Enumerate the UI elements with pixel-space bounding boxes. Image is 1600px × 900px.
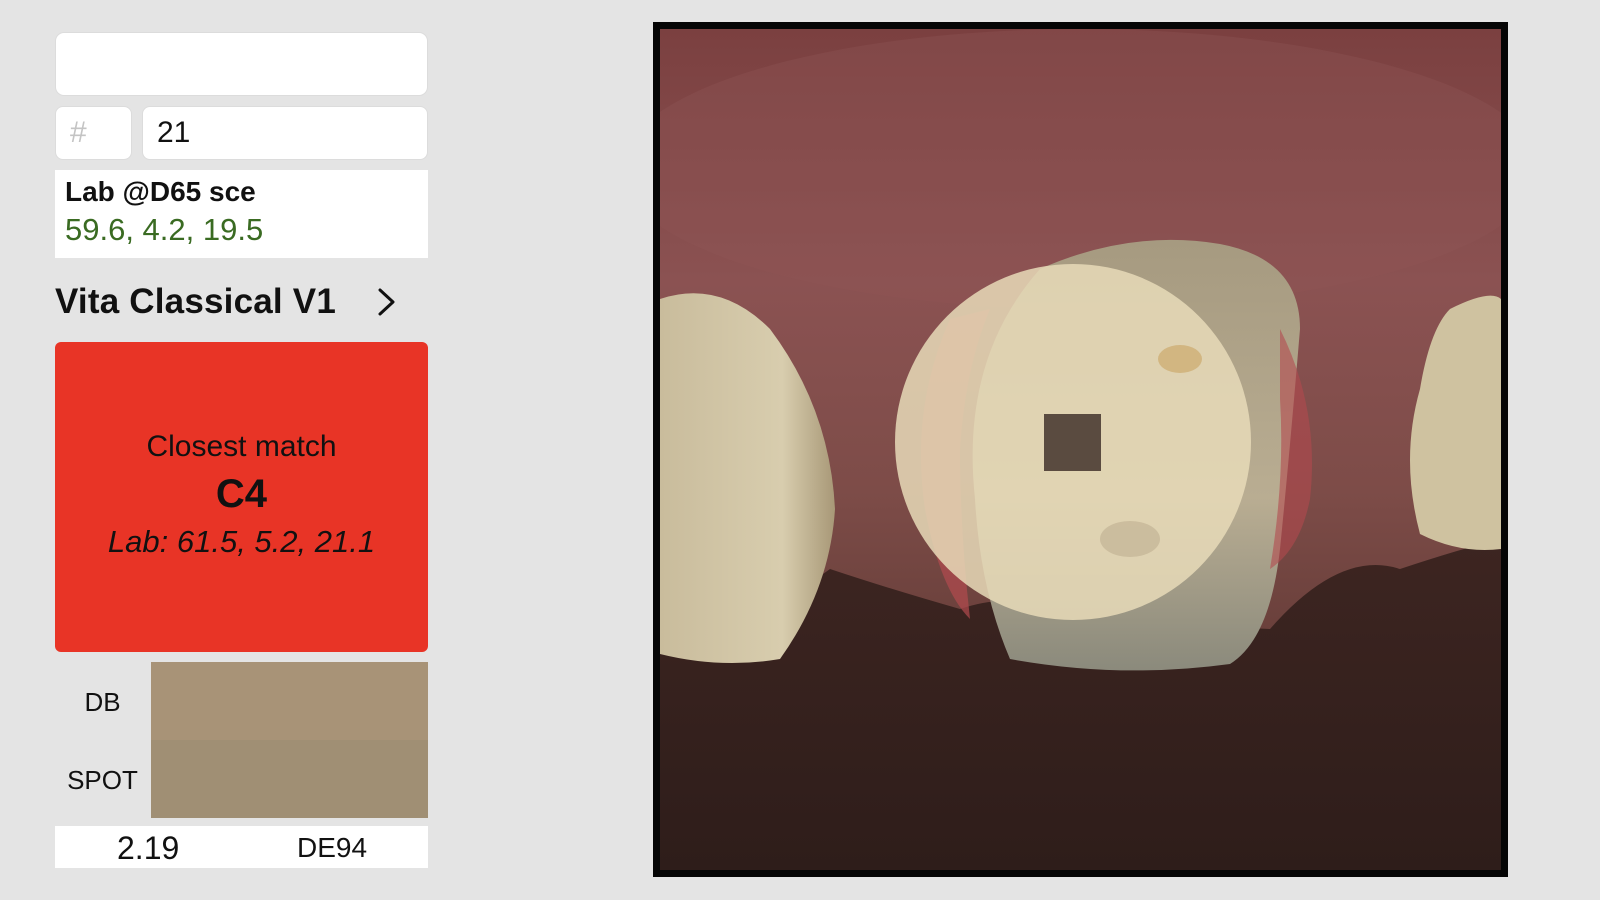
delta-e-unit: DE94 [297,832,368,863]
lab-values: 59.6, 4.2, 19.5 [65,212,264,247]
db-label: DB [84,687,121,717]
title-field[interactable] [55,32,428,96]
delta-e-value: 2.19 [117,830,180,866]
lab-measurement: Lab @D65 sce 59.6, 4.2, 19.5 [55,170,428,258]
spot-label: SPOT [67,765,138,795]
closest-match-card: Closest match C4 Lab: 61.5, 5.2, 21.1 [55,342,428,652]
tooth-number-input[interactable] [143,107,427,159]
hash-input[interactable] [56,107,131,159]
hash-field[interactable] [55,106,132,160]
db-swatch [151,662,428,740]
tooth-number-field[interactable] [142,106,428,160]
closest-match-lab: Lab: 61.5, 5.2, 21.1 [107,524,376,559]
shade-guide-label: Vita Classical V1 [55,282,336,321]
lab-title: Lab @D65 sce [65,176,256,207]
tooth-photo[interactable] [653,22,1508,877]
spot-swatch [151,740,428,818]
delta-e-result: 2.19 DE94 [55,826,428,868]
closest-match-code: C4 [215,472,268,516]
color-comparison: DB SPOT [55,662,428,818]
tooth-photo-image [660,29,1501,870]
title-input[interactable] [56,33,427,95]
sample-spot-marker [1044,414,1101,471]
chevron-right-icon[interactable] [376,287,398,317]
shade-guide-selector[interactable]: Vita Classical V1 [55,272,428,332]
closest-match-caption: Closest match [146,430,337,463]
